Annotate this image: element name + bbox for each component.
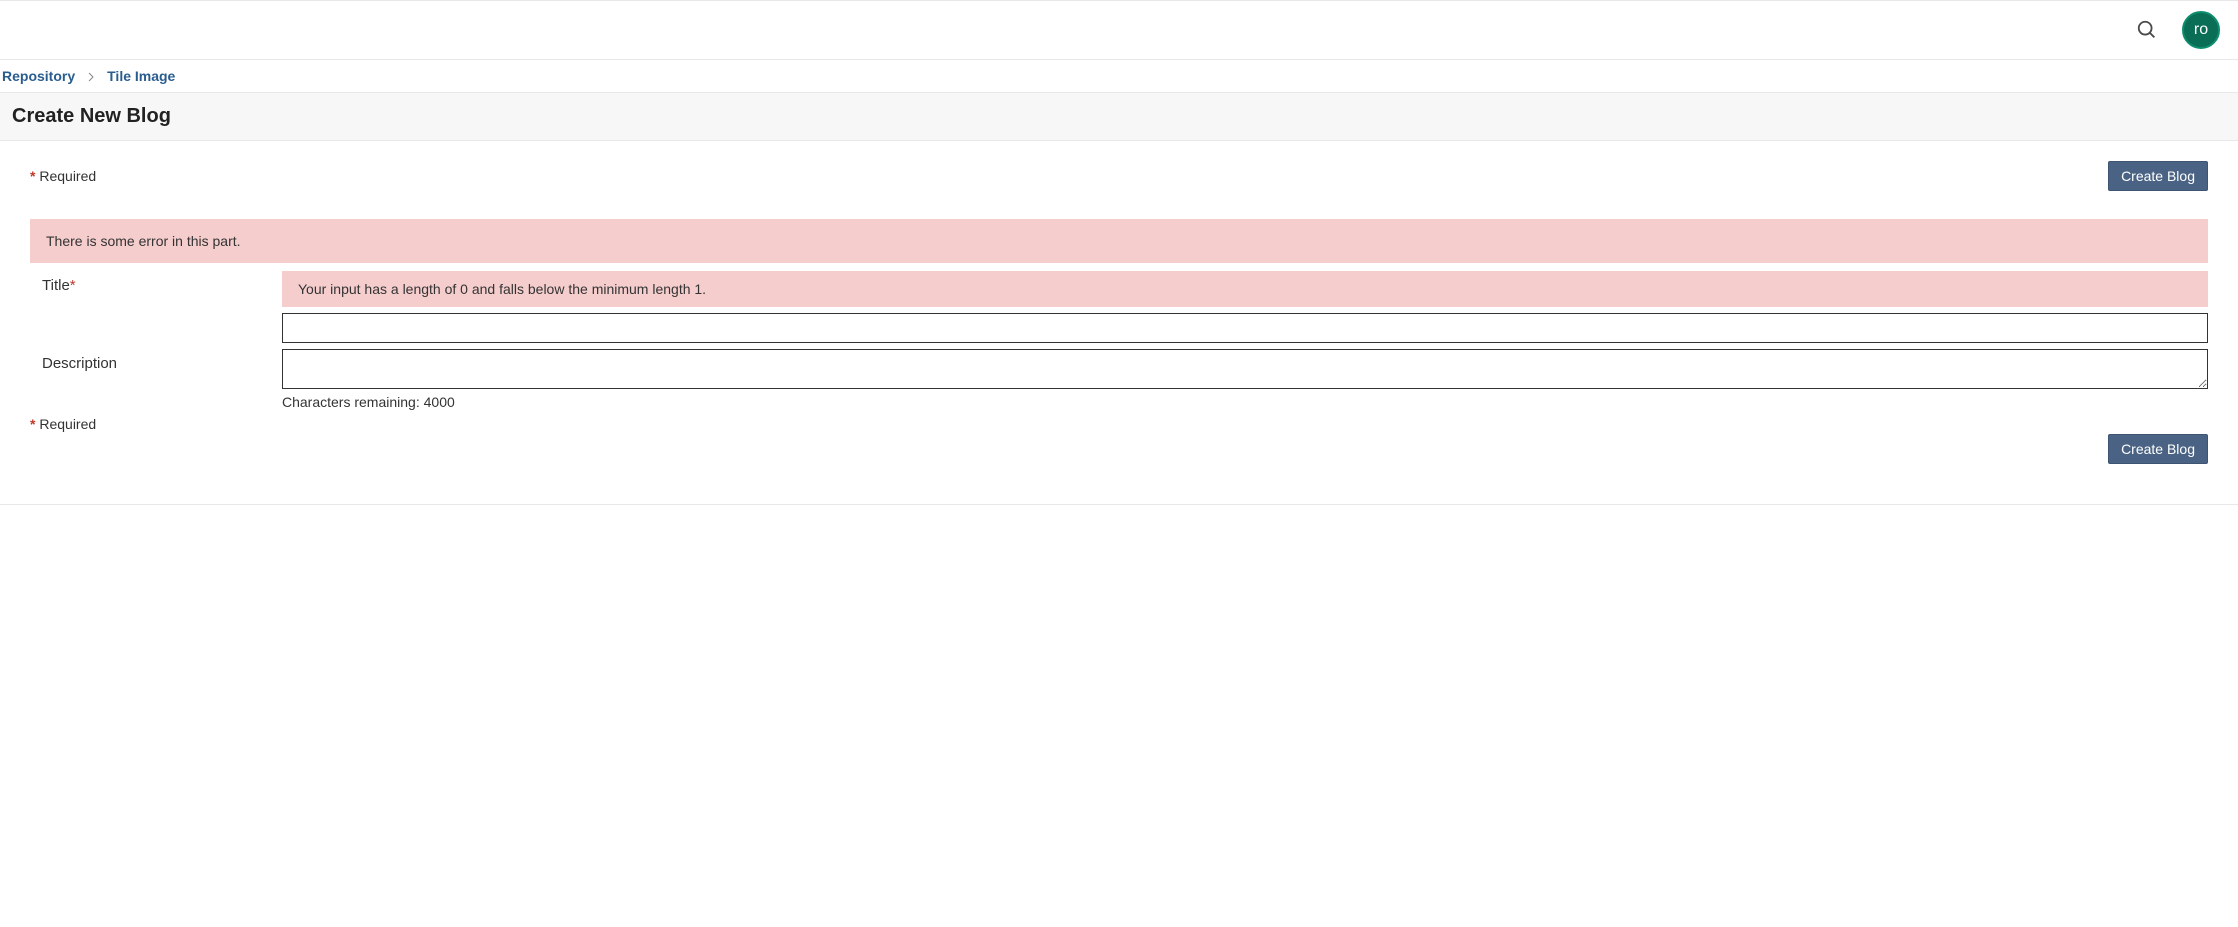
description-label: Description <box>30 349 282 378</box>
required-legend-label: Required <box>39 168 96 184</box>
page-title-band: Create New Blog <box>0 93 2238 141</box>
required-asterisk: * <box>30 416 35 432</box>
section-error-text: There is some error in this part. <box>46 233 241 249</box>
search-icon[interactable] <box>2136 19 2158 41</box>
section-error-banner: There is some error in this part. <box>30 219 2208 263</box>
required-legend-top: * Required <box>30 168 96 184</box>
required-asterisk: * <box>30 168 35 184</box>
page-title: Create New Blog <box>12 105 2226 128</box>
title-error-banner: Your input has a length of 0 and falls b… <box>282 271 2208 307</box>
breadcrumb: Repository Tile Image <box>0 60 2238 93</box>
title-error-text: Your input has a length of 0 and falls b… <box>298 281 706 297</box>
required-legend-bottom: * Required <box>30 416 96 432</box>
chars-remaining-value: 4000 <box>424 394 455 410</box>
chars-remaining-prefix: Characters remaining: <box>282 394 424 410</box>
create-blog-button-top[interactable]: Create Blog <box>2108 161 2208 191</box>
required-asterisk: * <box>70 277 76 294</box>
description-textarea[interactable] <box>282 349 2208 389</box>
content: * Required Create Blog There is some err… <box>0 141 2238 505</box>
title-label: Title* <box>30 271 282 300</box>
chars-remaining: Characters remaining: 4000 <box>282 394 2208 410</box>
avatar-initials: ro <box>2194 21 2208 39</box>
form-row-description: Description Characters remaining: 4000 <box>30 349 2208 410</box>
chevron-right-icon <box>85 70 97 82</box>
required-row-top: * Required Create Blog <box>30 161 2208 191</box>
title-input[interactable] <box>282 313 2208 343</box>
avatar[interactable]: ro <box>2182 11 2220 49</box>
create-blog-button-bottom[interactable]: Create Blog <box>2108 434 2208 464</box>
required-legend-label-bottom: Required <box>39 416 96 432</box>
breadcrumb-item-tile-image[interactable]: Tile Image <box>107 68 175 84</box>
breadcrumb-item-repository[interactable]: Repository <box>2 68 75 84</box>
description-label-text: Description <box>42 355 117 372</box>
required-row-bottom: * Required Create Blog <box>30 416 2208 464</box>
form-row-title: Title* Your input has a length of 0 and … <box>30 271 2208 343</box>
title-label-text: Title <box>42 277 70 294</box>
topbar: ro <box>0 0 2238 60</box>
